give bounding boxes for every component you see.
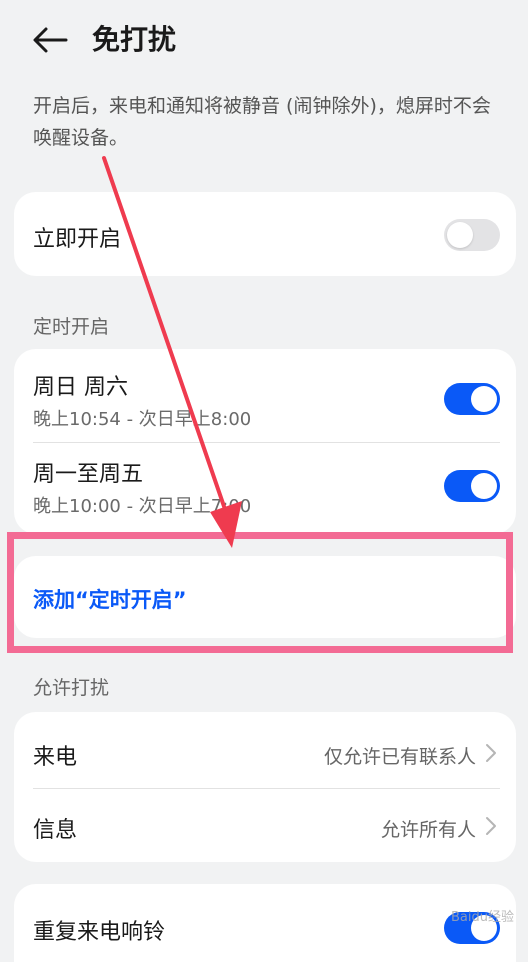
toggle-knob [447,222,473,248]
schedule-toggle[interactable] [444,470,500,502]
allow-item-label: 信息 [33,818,78,843]
page-title: 免打扰 [92,23,177,56]
repeat-call-card: 重复来电响铃 [14,884,516,962]
immediate-label: 立即开启 [33,227,122,252]
highlight-box [7,532,513,653]
schedule-title: 周一至周五 [33,462,144,487]
allow-card: 来电 仅允许已有联系人 信息 允许所有人 [14,712,516,862]
immediate-card: 立即开启 [14,192,516,276]
allow-item-value: 允许所有人 [380,819,476,841]
schedule-title: 周日 周六 [33,375,128,400]
divider [33,442,500,443]
scheduled-section-label: 定时开启 [33,316,110,338]
allow-section-label: 允许打扰 [33,677,110,699]
immediate-toggle[interactable] [444,219,500,251]
chevron-right-icon [486,744,496,762]
schedule-time: 晚上10:00 - 次日早上7:00 [33,496,252,517]
scheduled-card: 周日 周六 晚上10:54 - 次日早上8:00 周一至周五 晚上10:00 -… [14,349,516,534]
allow-item-label: 来电 [33,745,78,770]
repeat-call-label: 重复来电响铃 [33,920,166,945]
schedule-toggle[interactable] [444,383,500,415]
dnd-settings-screen: 免打扰 开启后，来电和通知将被静音 (闹钟除外)，熄屏时不会唤醒设备。 立即开启… [0,0,528,962]
toggle-knob [471,386,497,412]
schedule-time: 晚上10:54 - 次日早上8:00 [33,409,252,430]
description-text: 开启后，来电和通知将被静音 (闹钟除外)，熄屏时不会唤醒设备。 [33,95,491,149]
divider [33,788,500,789]
allow-item-value: 仅允许已有联系人 [323,746,476,768]
chevron-right-icon [486,817,496,835]
toggle-knob [471,473,497,499]
watermark: Baidu经验 [451,910,514,925]
back-arrow-icon[interactable] [30,22,70,58]
